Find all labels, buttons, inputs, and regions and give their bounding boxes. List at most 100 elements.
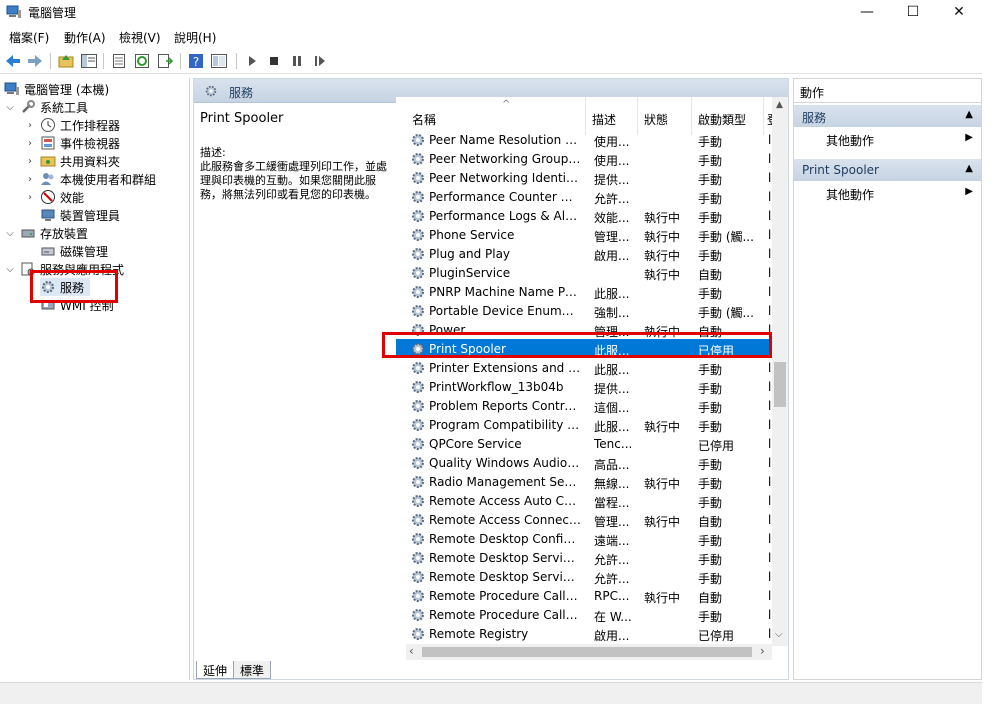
vertical-scrollbar[interactable]: ▲ ⌵ — [772, 97, 788, 646]
table-row[interactable]: Remote Desktop Services 允許... 手動 l — [396, 548, 772, 567]
tree-item-root[interactable]: 電腦管理 (本機) — [4, 80, 109, 98]
tree-item-performance[interactable]: › 效能 — [24, 188, 84, 206]
back-arrow-icon[interactable] — [4, 52, 22, 70]
table-row[interactable]: Program Compatibility As... 此服... 執行中 手動 l — [396, 415, 772, 434]
collapse-icon[interactable]: ▲ — [965, 163, 973, 174]
table-row[interactable]: Peer Networking Identity ... 提供... 手動 l — [396, 168, 772, 187]
table-row[interactable]: Peer Name Resolution Pr... 使用... 手動 l — [396, 130, 772, 149]
table-row[interactable]: Portable Device Enumerat... 強制... 手動 (觸...… — [396, 301, 772, 320]
table-row[interactable]: Phone Service 管理... 執行中 手動 (觸... l — [396, 225, 772, 244]
chevron-right-icon[interactable]: › — [24, 156, 36, 167]
device-manager-icon — [41, 209, 55, 221]
gear-icon — [412, 590, 424, 602]
service-description: 管理... — [594, 515, 630, 529]
export-list-icon[interactable] — [156, 52, 174, 70]
restart-service-icon[interactable] — [311, 52, 329, 70]
scroll-thumb[interactable] — [774, 362, 786, 407]
tab-standard[interactable]: 標準 — [233, 661, 272, 679]
service-name: Portable Device Enumerat... — [429, 304, 581, 318]
show-hide-tree-icon[interactable] — [80, 52, 98, 70]
chevron-right-icon[interactable]: › — [24, 120, 36, 131]
gear-icon — [412, 381, 424, 393]
pause-service-icon[interactable] — [288, 52, 306, 70]
tools-icon — [22, 100, 35, 113]
chevron-right-icon[interactable]: › — [24, 138, 36, 149]
services-header-title: 服務 — [229, 86, 254, 100]
table-row[interactable]: PluginService 執行中 自動 l — [396, 263, 772, 282]
table-row[interactable]: Peer Networking Grouping 使用... 手動 l — [396, 149, 772, 168]
minimize-button[interactable]: — — [844, 0, 890, 24]
menu-help[interactable]: 說明(H) — [174, 29, 216, 46]
tree-item-local-users[interactable]: › 本機使用者和群組 — [24, 170, 156, 188]
table-row[interactable]: Quality Windows Audio Vi... 高品... 手動 l — [396, 453, 772, 472]
chevron-down-icon[interactable]: ⌵ — [4, 102, 16, 113]
more-actions-print-spooler[interactable]: 其他動作 ▶ — [794, 183, 981, 203]
tree-item-task-scheduler[interactable]: › 工作排程器 — [24, 116, 120, 134]
chevron-right-icon[interactable]: › — [24, 174, 36, 185]
view-tabs: 延伸 標準 — [193, 661, 789, 681]
collapse-icon[interactable]: ▲ — [965, 109, 973, 120]
gear-icon — [412, 514, 424, 526]
up-folder-icon[interactable] — [57, 52, 75, 70]
menu-action[interactable]: 動作(A) — [64, 29, 106, 46]
start-service-icon[interactable] — [243, 52, 261, 70]
menu-view[interactable]: 檢視(V) — [119, 29, 161, 46]
scroll-up-icon[interactable]: ▲ — [776, 100, 783, 110]
title-bar: 電腦管理 — ☐ ✕ — [0, 0, 982, 24]
chevron-down-icon[interactable]: ⌵ — [4, 228, 16, 239]
table-row[interactable]: Remote Access Auto Con... 當程... 手動 l — [396, 491, 772, 510]
actions-section-print-spooler[interactable]: Print Spooler ▲ — [794, 159, 981, 181]
service-startup-type: 已停用 — [698, 439, 735, 453]
service-name: Peer Networking Grouping — [429, 152, 581, 166]
table-row[interactable]: Remote Desktop Configur... 遠端... 手動 l — [396, 529, 772, 548]
tree-item-device-manager[interactable]: 裝置管理員 — [40, 206, 120, 224]
scroll-down-icon[interactable]: ⌵ — [775, 629, 783, 640]
table-row[interactable]: Remote Registry 啟用... 已停用 l — [396, 624, 772, 643]
toolbar-separator — [236, 53, 237, 69]
tree-label: 系統工具 — [40, 100, 89, 115]
horizontal-scrollbar[interactable]: ‹ › — [406, 644, 772, 660]
service-description: 使用... — [594, 135, 630, 149]
forward-arrow-icon[interactable] — [26, 52, 44, 70]
service-description: 允許... — [594, 572, 630, 586]
tree-item-system-tools[interactable]: ⌵ 系統工具 — [4, 98, 88, 116]
maximize-button[interactable]: ☐ — [890, 0, 936, 24]
more-actions-services[interactable]: 其他動作 ▶ — [794, 129, 981, 149]
table-row[interactable]: PNRP Machine Name Pub... 此服... 手動 l — [396, 282, 772, 301]
service-name: Remote Desktop Configur... — [429, 532, 581, 546]
table-row[interactable]: Remote Procedure Call (R... RPC... 執行中 自動 l — [396, 586, 772, 605]
column-label: 啟動類型 — [698, 113, 747, 127]
table-row[interactable]: Remote Access Connectio... 管理... 執行中 自動 l — [396, 510, 772, 529]
menu-file[interactable]: 檔案(F) — [9, 29, 49, 46]
scroll-right-icon[interactable]: › — [760, 644, 765, 658]
refresh-icon[interactable] — [133, 52, 151, 70]
table-row[interactable]: Performance Logs & Alerts 效能... 執行中 手動 l — [396, 206, 772, 225]
tree-item-event-viewer[interactable]: › 事件檢視器 — [24, 134, 120, 152]
chevron-right-icon[interactable]: › — [24, 192, 36, 203]
table-row[interactable]: Remote Procedure Call (R... 在 W... 手動 l — [396, 605, 772, 624]
service-startup-type: 手動 — [698, 192, 723, 206]
close-button[interactable]: ✕ — [936, 0, 982, 24]
table-row[interactable]: Performance Counter DLL ...允許...手動l — [396, 187, 772, 206]
tab-extended[interactable]: 延伸 — [196, 661, 235, 679]
table-row[interactable]: Printer Extensions and No... 此服... 手動 l — [396, 358, 772, 377]
properties-icon[interactable] — [110, 52, 128, 70]
tree-item-disk-management[interactable]: 磁碟管理 — [40, 242, 108, 260]
tree-item-shared-folders[interactable]: › 共用資料夾 — [24, 152, 120, 170]
gear-icon — [412, 476, 424, 488]
table-row[interactable]: Remote Desktop Services ...允許...手動l — [396, 567, 772, 586]
table-row[interactable]: Plug and Play 啟用... 執行中 手動 l — [396, 244, 772, 263]
actions-section-services[interactable]: 服務 ▲ — [794, 105, 981, 127]
table-row[interactable]: Problem Reports Control ... 這個... 手動 l — [396, 396, 772, 415]
service-description: RPC... — [594, 589, 630, 603]
chevron-down-icon[interactable]: ⌵ — [4, 264, 16, 275]
scroll-thumb[interactable] — [422, 647, 752, 657]
table-row[interactable]: PrintWorkflow_13b04b 提供... 手動 l — [396, 377, 772, 396]
help-icon[interactable]: ? — [187, 52, 205, 70]
table-row[interactable]: QPCore Service Tenc... 已停用 l — [396, 434, 772, 453]
stop-service-icon[interactable] — [265, 52, 283, 70]
table-row[interactable]: Radio Management Servi... 無線... 執行中 手動 l — [396, 472, 772, 491]
scroll-left-icon[interactable]: ‹ — [409, 644, 414, 658]
tree-item-storage[interactable]: ⌵ 存放裝置 — [4, 224, 88, 242]
view-icon[interactable] — [210, 52, 228, 70]
